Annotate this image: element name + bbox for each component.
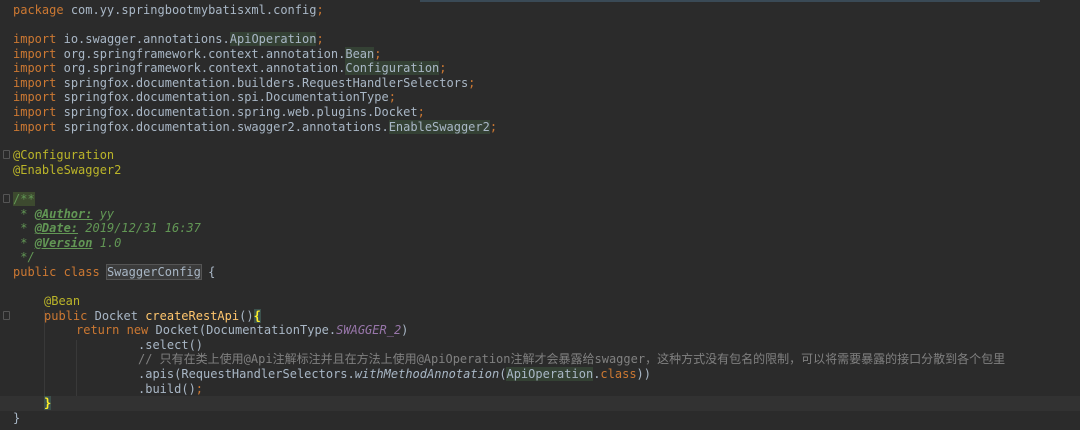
doc-tag: @Date: [34, 221, 79, 236]
code-line-current[interactable]: } [0, 396, 1080, 411]
import-name: Bean [345, 46, 375, 61]
import-name: EnableSwagger2 [388, 119, 490, 134]
code-line-import[interactable]: import io.swagger.annotations.ApiOperati… [13, 32, 324, 47]
doc-value: yy [92, 206, 115, 221]
keyword: new [126, 323, 149, 338]
method-call: .apis(RequestHandlerSelectors. [138, 367, 355, 381]
keyword: import [13, 105, 57, 119]
code-line-apis[interactable]: .apis(RequestHandlerSelectors.withMethod… [138, 367, 651, 382]
class-name: SwaggerConfig [105, 264, 202, 280]
import-path: io.swagger.annotations. [63, 32, 230, 46]
brace: { [253, 308, 261, 323]
method-call: .build() [138, 381, 196, 396]
code-line-import[interactable]: import springfox.documentation.spring.we… [13, 105, 425, 120]
brace: } [13, 410, 21, 425]
doc-star: * [13, 235, 35, 250]
code-line-class[interactable]: public class SwaggerConfig { [13, 264, 216, 280]
static-constant: SWAGGER_2 [336, 323, 402, 338]
parens: () [239, 308, 254, 323]
code-line-close[interactable]: } [13, 411, 20, 426]
import-path: springfox.documentation.builders.Request… [63, 75, 469, 90]
method-name: createRestApi [145, 308, 240, 323]
semicolon: ; [439, 61, 447, 76]
fold-marker-icon[interactable] [3, 311, 10, 320]
indent-guide [44, 310, 45, 405]
keyword: public [13, 265, 57, 279]
doc-comment-open: /** [13, 192, 35, 206]
annotation: @Configuration [13, 148, 115, 162]
code-line-annotation[interactable]: @EnableSwagger2 [13, 163, 121, 178]
keyword: class [63, 265, 100, 279]
static-method: withMethodAnnotation [354, 367, 500, 381]
code-line-select[interactable]: .select() [138, 338, 203, 353]
import-path: org.springframework.context.annotation. [63, 46, 346, 61]
paren: ) [401, 323, 409, 338]
code-line-package[interactable]: package com.yy.springbootmybatisxml.conf… [13, 3, 324, 18]
doc-tag: @Author: [34, 206, 93, 221]
return-type: Docket [94, 308, 138, 323]
semicolon: ; [374, 46, 382, 61]
brace: { [200, 265, 216, 279]
import-path: org.springframework.context.annotation. [63, 61, 346, 76]
code-line-import[interactable]: import org.springframework.context.annot… [13, 61, 447, 76]
keyword: import [13, 90, 57, 105]
keyword: import [13, 75, 57, 90]
line-comment: // 只有在类上使用@Api注解标注并且在方法上使用@ApiOperation注… [138, 352, 1006, 367]
keyword: import [13, 119, 57, 134]
code-line-import[interactable]: import springfox.documentation.swagger2.… [13, 119, 498, 135]
doc-star: * [13, 221, 35, 236]
keyword: import [13, 46, 57, 61]
semicolon: ; [316, 3, 324, 17]
class-ref: ApiOperation [506, 367, 594, 381]
annotation: @Bean [44, 294, 81, 308]
horizontal-scrollbar[interactable] [420, 0, 1040, 2]
keyword: class [600, 367, 637, 381]
doc-comment-close: */ [13, 250, 35, 265]
import-name: Configuration [345, 61, 440, 76]
brace: } [44, 396, 52, 411]
keyword: import [13, 32, 57, 46]
code-line-doc[interactable]: */ [13, 250, 35, 265]
code-line-method[interactable]: public Docket createRestApi(){ [44, 308, 261, 324]
import-path: springfox.documentation.spring.web.plugi… [63, 105, 418, 119]
doc-value: 1.0 [92, 235, 122, 250]
code-line-doc[interactable]: * @Author: yy [13, 207, 114, 222]
doc-star: * [13, 206, 35, 221]
fold-marker-icon[interactable] [3, 194, 10, 203]
code-line-doc[interactable]: * @Version 1.0 [13, 236, 121, 251]
semicolon: ; [388, 90, 396, 105]
code-line-import[interactable]: import org.springframework.context.annot… [13, 46, 382, 62]
import-path: springfox.documentation.spi.Documentatio… [63, 90, 389, 105]
semicolon: ; [468, 75, 476, 90]
method-call: .select() [138, 337, 204, 352]
indent-guide [76, 340, 77, 400]
keyword: import [13, 61, 57, 76]
code-editor[interactable]: package com.yy.springbootmybatisxml.conf… [0, 0, 1080, 430]
code-line-import[interactable]: import springfox.documentation.builders.… [13, 76, 475, 91]
semicolon: ; [316, 32, 324, 46]
code-line-annotation[interactable]: @Configuration [13, 148, 114, 163]
paren: )) [636, 367, 651, 381]
keyword: return [76, 323, 120, 338]
import-path: springfox.documentation.swagger2.annotat… [63, 119, 389, 134]
code-line-doc[interactable]: /** [13, 192, 35, 207]
annotation: @EnableSwagger2 [13, 162, 122, 177]
semicolon: ; [417, 105, 425, 119]
doc-value: 2019/12/31 16:37 [78, 221, 201, 236]
semicolon: ; [195, 381, 204, 396]
doc-tag: @Version [34, 235, 93, 250]
code-line-import[interactable]: import springfox.documentation.spi.Docum… [13, 90, 396, 105]
keyword: public [44, 308, 88, 323]
keyword: package [13, 3, 64, 17]
package-name: com.yy.springbootmybatisxml.config [70, 3, 317, 17]
code-line-comment[interactable]: // 只有在类上使用@Api注解标注并且在方法上使用@ApiOperation注… [138, 352, 1005, 367]
code-line-build[interactable]: .build(); [138, 382, 203, 397]
fold-marker-icon[interactable] [3, 150, 10, 159]
semicolon: ; [489, 119, 498, 134]
code-line-doc[interactable]: * @Date: 2019/12/31 16:37 [13, 221, 201, 236]
code-line-annotation[interactable]: @Bean [44, 294, 80, 309]
import-name: ApiOperation [229, 32, 317, 46]
code-line-return[interactable]: return new Docket(DocumentationType.SWAG… [76, 323, 408, 338]
constructor-call: Docket(DocumentationType. [155, 323, 337, 338]
